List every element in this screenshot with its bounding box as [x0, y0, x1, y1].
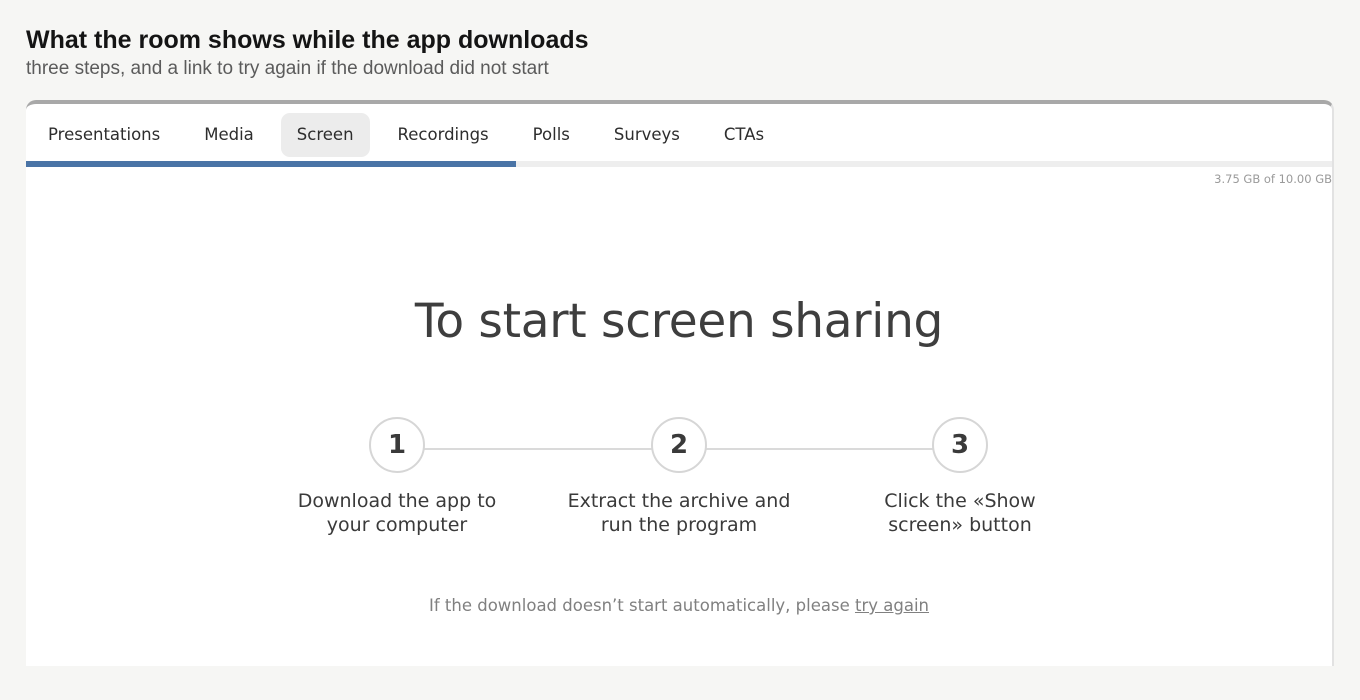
- storage-progress-fill: [26, 161, 516, 167]
- tab-ctas[interactable]: CTAs: [702, 113, 786, 157]
- try-again-link[interactable]: try again: [855, 596, 929, 615]
- page-subtitle: three steps, and a link to try again if …: [26, 58, 549, 79]
- storage-usage-label: 3.75 GB of 10.00 GB: [1214, 172, 1332, 186]
- step-number-2: 2: [651, 417, 707, 473]
- tab-presentations[interactable]: Presentations: [26, 113, 182, 157]
- step-2: 2 Extract the archive and run the progra…: [559, 417, 799, 537]
- tab-polls[interactable]: Polls: [511, 113, 592, 157]
- tab-media[interactable]: Media: [182, 113, 276, 157]
- tab-recordings[interactable]: Recordings: [376, 113, 511, 157]
- screen-share-panel: Presentations Media Screen Recordings Po…: [26, 100, 1334, 666]
- tab-surveys[interactable]: Surveys: [592, 113, 702, 157]
- step-2-text-line-1: Extract the archive and: [567, 490, 791, 512]
- step-3: 3 Click the «Show screen» button: [840, 417, 1080, 537]
- steps-indicator: 1 Download the app to your computer 2 Ex…: [26, 417, 1332, 547]
- tab-screen[interactable]: Screen: [280, 113, 370, 157]
- retry-prefix: If the download doesn’t start automatica…: [429, 596, 855, 615]
- step-2-description: Extract the archive and run the program: [559, 489, 799, 537]
- page-title: What the room shows while the app downlo…: [26, 26, 589, 54]
- screen-sharing-heading: To start screen sharing: [414, 294, 944, 349]
- step-1: 1 Download the app to your computer: [277, 417, 517, 537]
- step-3-text-line-1: Click the «Show: [884, 490, 1036, 512]
- step-1-text-line-2: your computer: [326, 514, 468, 536]
- step-3-description: Click the «Show screen» button: [840, 489, 1080, 537]
- step-number-3: 3: [932, 417, 988, 473]
- page-header: What the room shows while the app downlo…: [26, 24, 1326, 82]
- step-1-description: Download the app to your computer: [277, 489, 517, 537]
- step-number-1: 1: [369, 417, 425, 473]
- step-2-text-line-2: run the program: [600, 514, 758, 536]
- storage-progress-bar: [26, 161, 1332, 167]
- step-3-text-line-2: screen» button: [888, 514, 1032, 536]
- retry-message: If the download doesn’t start automatica…: [26, 596, 1332, 615]
- tab-bar: Presentations Media Screen Recordings Po…: [26, 111, 786, 159]
- step-1-text-line-1: Download the app to: [297, 490, 497, 512]
